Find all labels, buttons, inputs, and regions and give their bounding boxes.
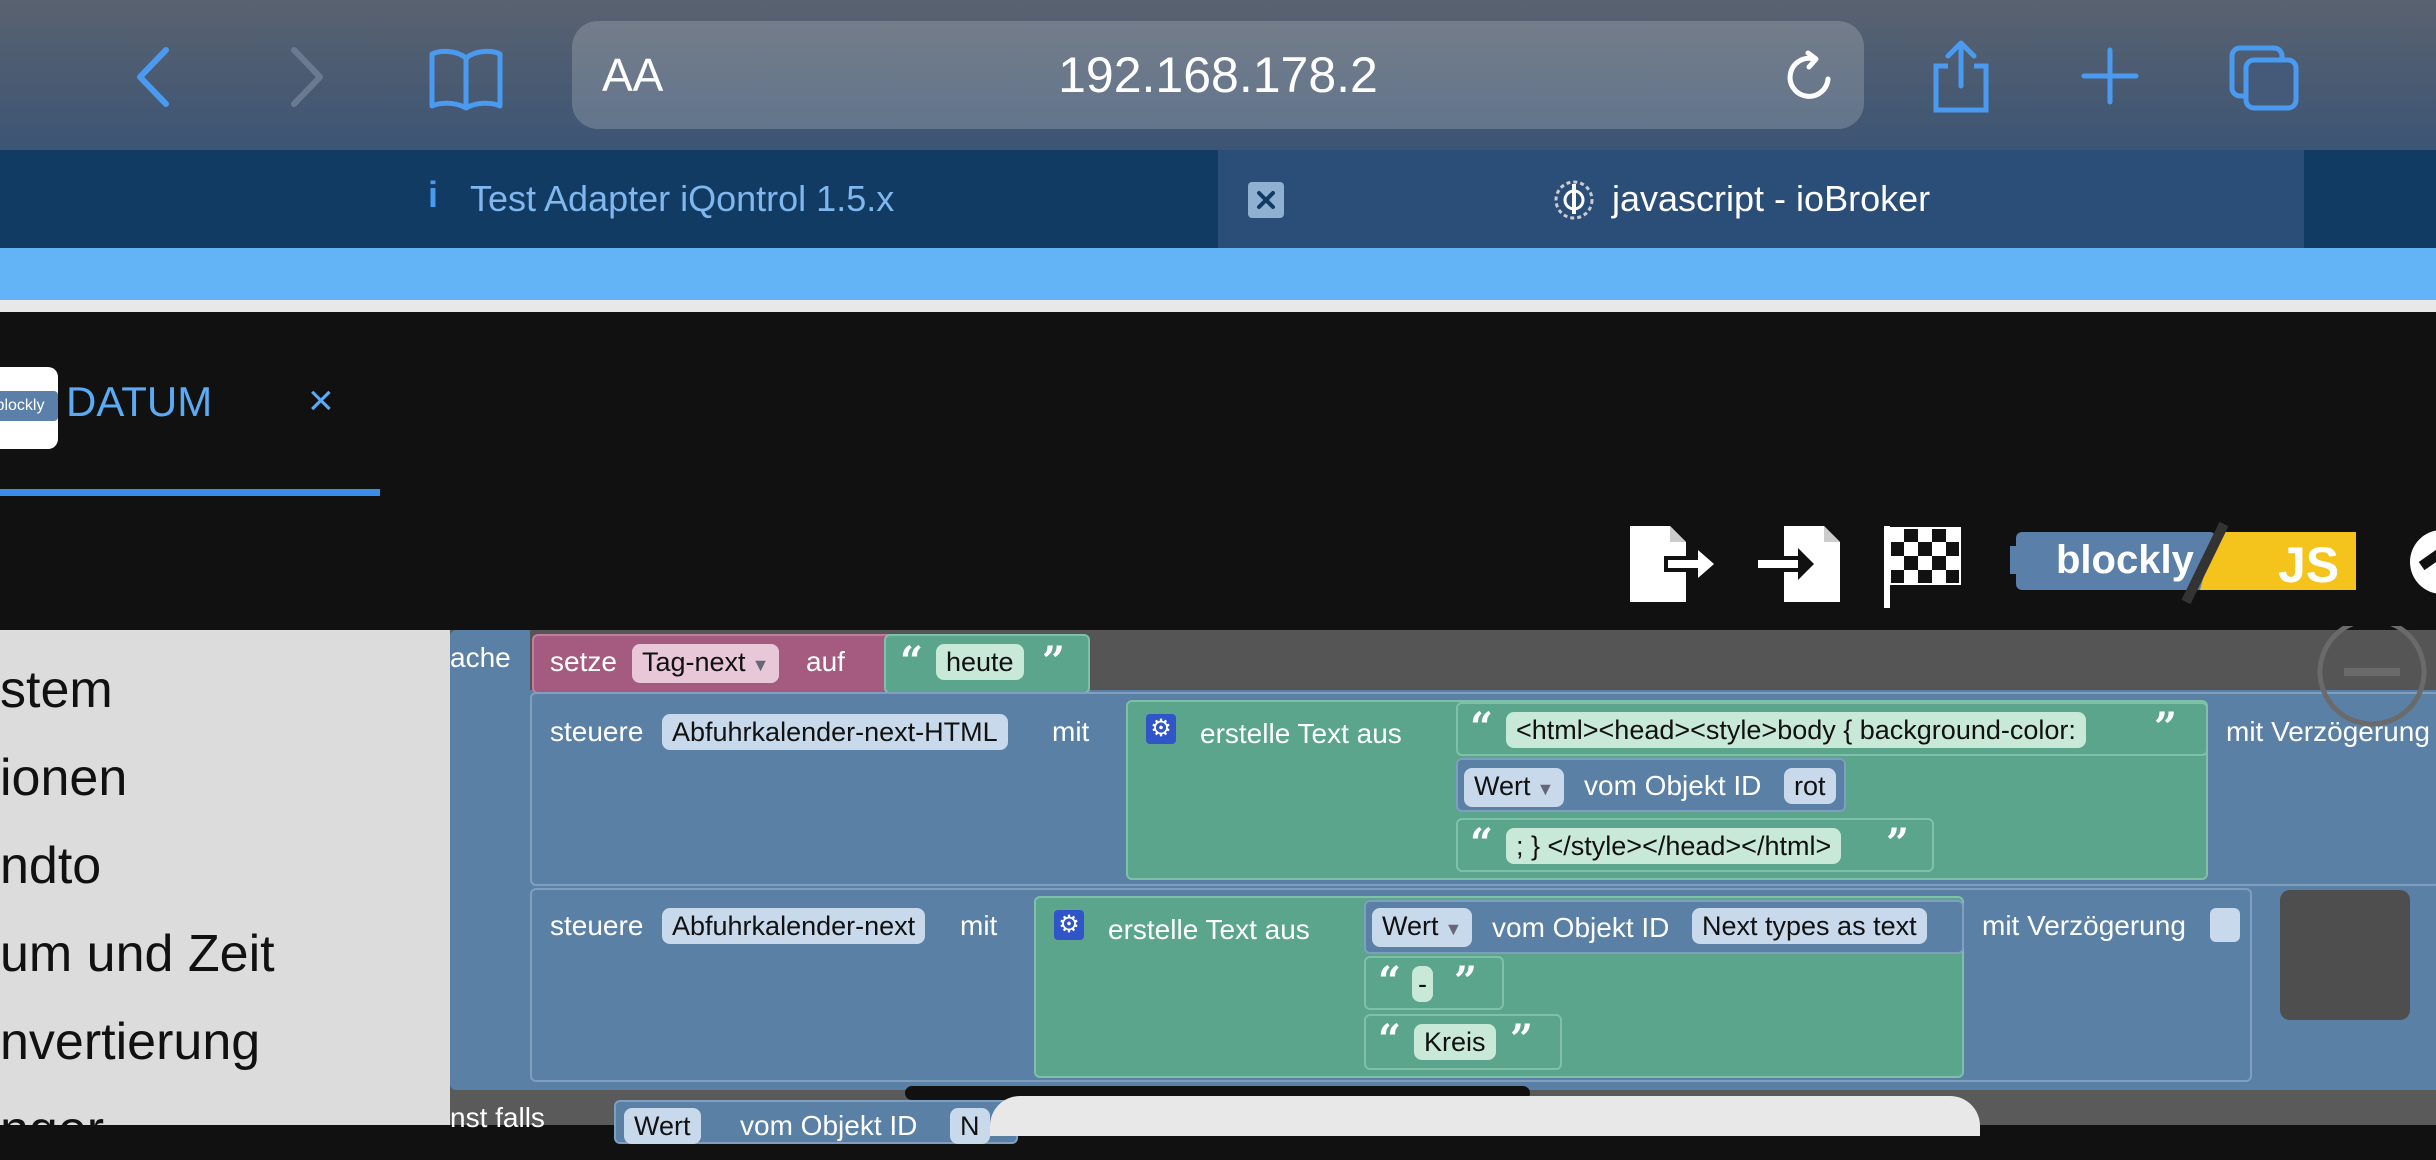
string-value[interactable]: <html><head><style>body { background-col… [1506,712,2086,748]
open-quote-icon: “ [1378,1016,1402,1063]
value-label: Wert [1474,771,1531,801]
object-id[interactable]: rot [1784,768,1836,804]
run-flag-icon[interactable] [1880,520,1968,615]
value-dropdown[interactable]: Wert ▼ [1372,908,1473,947]
gear-icon[interactable]: ⚙ [1146,714,1176,744]
tabs-icon[interactable] [2228,44,2300,117]
delay-label: mit Verzögerung [1982,910,2186,941]
header-strip [0,248,2436,300]
iobroker-favicon [1552,178,1596,227]
settings-icon[interactable] [2402,524,2436,605]
bookmarks-icon[interactable] [428,44,504,117]
target-object[interactable]: Abfuhrkalender-next-HTML [662,714,1008,750]
open-quote-icon: “ [900,638,924,685]
gear-icon[interactable]: ⚙ [1054,910,1084,940]
tab-test-adapter[interactable]: i Test Adapter iQontrol 1.5.x [0,150,1218,248]
back-icon[interactable] [128,42,178,123]
share-icon[interactable] [1930,38,1992,119]
tab-label[interactable]: javascript - ioBroker [1612,150,1930,248]
set-keyword: setze [550,646,617,677]
browser-toolbar: AA 192.168.178.2 [0,0,2436,150]
object-label: vom Objekt ID [740,1110,918,1141]
url-text[interactable]: 192.168.178.2 [572,21,1864,129]
create-text-label: erstelle Text aus [1200,718,1402,749]
close-quote-icon: ” [1454,958,1478,1005]
variable-dropdown[interactable]: Tag-next ▼ [632,644,780,683]
export-icon[interactable] [1626,522,1716,611]
object-id[interactable]: Next types as text [1692,908,1927,944]
close-quote-icon: ” [1510,1016,1534,1063]
new-tab-icon[interactable] [2080,46,2140,111]
delay-checkbox[interactable] [2210,908,2240,942]
blockly-label: blockly [2056,538,2194,582]
open-quote-icon: “ [1378,958,1402,1005]
value-dropdown[interactable]: Wert [624,1108,701,1144]
target-object[interactable]: Abfuhrkalender-next [662,908,926,944]
to-keyword: auf [806,646,845,677]
with-keyword: mit [960,910,998,941]
trash-can[interactable] [2280,890,2410,1020]
object-label: vom Objekt ID [1492,912,1670,943]
divider [0,300,2436,312]
workspace-label: nst falls [450,1102,545,1133]
blockly-logo-text: blockly [0,391,58,421]
close-quote-icon: ” [2154,704,2178,751]
close-icon[interactable]: × [308,376,334,426]
js-label: JS [2278,537,2340,593]
blockly-js-toggle[interactable]: blockly JS [2010,520,2360,605]
category-trigger[interactable]: nger [0,1100,104,1160]
value-label: Wert [634,1111,691,1141]
tab-javascript[interactable]: javascript - ioBroker [1218,150,2304,248]
variable-name: Tag-next [642,647,746,677]
reload-icon[interactable] [1784,49,1836,108]
object-id[interactable]: N [950,1108,990,1144]
address-bar[interactable]: AA 192.168.178.2 [572,21,1864,129]
bottom-sheet [990,1096,1980,1136]
chevron-down-icon: ▼ [1444,919,1463,939]
string-value[interactable]: Kreis [1414,1024,1496,1060]
blockly-workspace[interactable]: ache nst falls setze Tag-next ▼ auf “ heu… [450,617,2436,1144]
workspace-label: ache [450,642,511,673]
create-text-label: erstelle Text aus [1108,914,1310,945]
object-label: vom Objekt ID [1584,770,1762,801]
category-system[interactable]: stem [0,660,113,720]
close-quote-icon: ” [1042,638,1066,685]
minus-zoom-icon[interactable] [2316,617,2436,741]
text-value[interactable]: heute [936,644,1024,680]
chevron-down-icon: ▼ [1536,779,1555,799]
close-quote-icon: ” [1886,820,1910,867]
import-icon[interactable] [1752,522,1844,611]
tab-close-icon[interactable] [1248,182,1284,218]
tab-favicon: i [428,174,439,215]
block-categories-sidebar: stem ionen ndto um und Zeit nvertierung … [0,630,450,1159]
with-keyword: mit [1052,716,1090,747]
open-quote-icon: “ [1470,704,1494,751]
string-value[interactable]: - [1412,966,1433,1002]
control-keyword: steuere [550,716,644,747]
category-date-time[interactable]: um und Zeit [0,924,275,984]
active-tab-underline [0,489,380,496]
script-tab-label[interactable]: DATUM [66,378,212,426]
forward-icon[interactable] [282,42,332,123]
blockly-logo: blockly [0,367,58,449]
control-keyword: steuere [550,910,644,941]
value-label: Wert [1382,911,1439,941]
string-value[interactable]: ; } </style></head></html> [1506,828,1842,864]
category-conversion[interactable]: nvertierung [0,1012,260,1072]
open-quote-icon: “ [1470,820,1494,867]
category-actions[interactable]: ionen [0,748,127,808]
category-sendto[interactable]: ndto [0,836,101,896]
tab-label[interactable]: Test Adapter iQontrol 1.5.x [470,150,894,248]
chevron-down-icon: ▼ [751,655,770,675]
value-dropdown[interactable]: Wert ▼ [1464,768,1565,807]
